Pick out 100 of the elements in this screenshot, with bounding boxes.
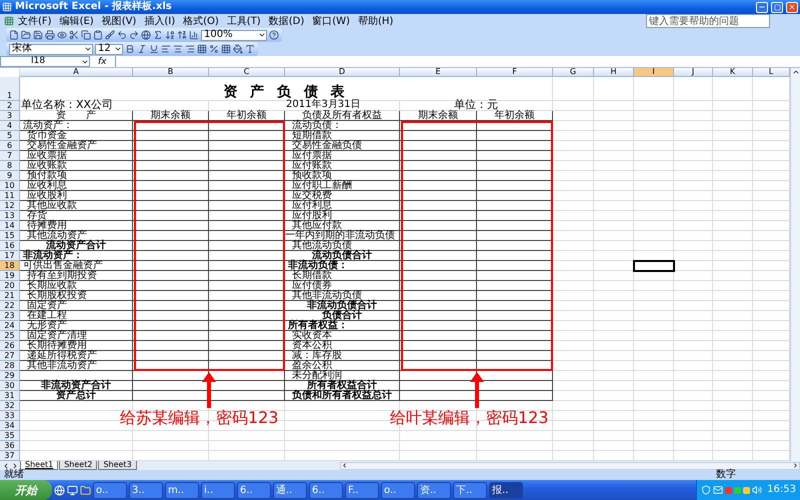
clipboard-icon[interactable] [93, 30, 103, 40]
align-center-icon[interactable] [173, 44, 183, 54]
row-header[interactable]: 33 [0, 411, 20, 421]
row-header[interactable]: 25 [0, 331, 20, 341]
row-header[interactable]: 19 [0, 271, 20, 281]
close-button[interactable] [786, 2, 798, 12]
row-header[interactable]: 34 [0, 421, 20, 431]
folder-icon[interactable] [21, 30, 31, 40]
next-sheet-icon[interactable] [11, 462, 19, 470]
menu-item[interactable]: 插入(I) [140, 16, 180, 26]
row-header[interactable]: 4 [0, 121, 20, 131]
scissors-icon[interactable] [69, 30, 79, 40]
column-header[interactable]: K [713, 68, 753, 77]
sheet-tab[interactable]: Sheet2 [59, 461, 98, 470]
column-header[interactable]: D [285, 68, 400, 77]
horizontal-scrollbar[interactable] [340, 462, 800, 470]
menu-item[interactable]: 帮助(H) [354, 16, 398, 26]
shield-icon[interactable] [701, 485, 712, 495]
sheet-tab[interactable]: Sheet3 [98, 461, 137, 470]
row-header[interactable]: 26 [0, 341, 20, 351]
row-header[interactable]: 27 [0, 351, 20, 361]
column-header[interactable]: G [553, 68, 594, 77]
taskbar-button[interactable]: i.. [201, 482, 235, 498]
help-icon[interactable] [269, 30, 279, 40]
column-header[interactable]: F [477, 68, 553, 77]
column-header[interactable]: J [674, 68, 713, 77]
taskbar-button[interactable]: 6.. [309, 482, 343, 498]
font-dropdown[interactable]: 宋体 [9, 44, 93, 54]
row-header[interactable]: 22 [0, 301, 20, 311]
help-search-field[interactable]: 键入需要帮助的问题 [646, 14, 770, 28]
row-header[interactable]: 15 [0, 231, 20, 241]
chart-icon[interactable] [189, 30, 199, 40]
row-header[interactable]: 36 [0, 441, 20, 451]
taskbar-button[interactable]: o.. [381, 482, 415, 498]
minimize-button[interactable] [756, 2, 768, 12]
sigma-icon[interactable] [153, 30, 163, 40]
row-header[interactable]: 14 [0, 221, 20, 231]
row-header[interactable]: 12 [0, 201, 20, 211]
taskbar-button[interactable]: 3.. [129, 482, 163, 498]
row-header[interactable]: 35 [0, 431, 20, 441]
row-header[interactable]: 32 [0, 401, 20, 411]
redo-icon[interactable] [129, 30, 139, 40]
undo-icon[interactable] [117, 30, 127, 40]
vertical-scrollbar[interactable] [790, 68, 800, 461]
row-header[interactable]: 9 [0, 171, 20, 181]
printer-icon[interactable] [45, 30, 55, 40]
globe-icon[interactable] [141, 30, 151, 40]
restore-button[interactable] [771, 2, 783, 12]
row-header[interactable]: 2 [0, 101, 20, 111]
first-sheet-icon[interactable] [2, 462, 10, 470]
row-header[interactable]: 29 [0, 371, 20, 381]
font-color-icon[interactable] [245, 44, 255, 54]
menu-item[interactable]: 窗口(W) [308, 16, 354, 26]
menu-item[interactable]: 编辑(E) [56, 16, 98, 26]
taskbar-button[interactable]: 资.. [417, 482, 451, 498]
name-box[interactable]: I18 [0, 56, 90, 67]
taskbar-button[interactable]: 通.. [273, 482, 307, 498]
row-header[interactable]: 1 [0, 77, 20, 101]
row-header[interactable]: 3 [0, 111, 20, 121]
speaker-icon[interactable] [752, 485, 762, 495]
underline-icon[interactable] [149, 44, 159, 54]
sheet-tab[interactable]: Sheet1 [20, 461, 58, 470]
row-header[interactable]: 24 [0, 321, 20, 331]
zoom-dropdown[interactable]: 100% [201, 30, 267, 40]
row-header[interactable]: 30 [0, 381, 20, 391]
sort-ascending-icon[interactable] [165, 30, 175, 40]
align-right-icon[interactable] [185, 44, 195, 54]
row-header[interactable]: 11 [0, 191, 20, 201]
taskbar-button[interactable]: m.. [165, 482, 199, 498]
row-header[interactable]: 5 [0, 131, 20, 141]
percent-icon[interactable] [209, 44, 219, 54]
sort-descending-icon[interactable] [177, 30, 187, 40]
row-header[interactable]: 7 [0, 151, 20, 161]
column-header[interactable]: I [634, 68, 674, 77]
row-header[interactable]: 28 [0, 361, 20, 371]
taskbar-button[interactable]: 6.. [237, 482, 271, 498]
row-header[interactable]: 21 [0, 291, 20, 301]
preview-icon[interactable] [57, 30, 67, 40]
scroll-left-icon[interactable] [341, 462, 348, 469]
taskbar-button[interactable]: F.. [345, 482, 379, 498]
menu-item[interactable]: 工具(T) [222, 16, 265, 26]
menu-item[interactable]: 数据(D) [264, 16, 308, 26]
function-label[interactable]: fx [98, 56, 106, 66]
column-header[interactable]: A [20, 68, 133, 77]
menu-item[interactable]: 格式(O) [179, 16, 223, 26]
row-header[interactable]: 31 [0, 391, 20, 401]
font-size-dropdown[interactable]: 12 [95, 44, 123, 54]
row-header[interactable]: 16 [0, 241, 20, 251]
taskbar-button[interactable]: 报.. [489, 482, 523, 498]
scroll-right-icon[interactable] [792, 462, 799, 469]
column-header[interactable]: L [753, 68, 790, 77]
monitor-icon[interactable] [67, 484, 78, 496]
row-header[interactable]: 20 [0, 281, 20, 291]
bold-icon[interactable] [125, 44, 135, 54]
row-header[interactable]: 6 [0, 141, 20, 151]
menu-item[interactable]: 视图(V) [98, 16, 140, 26]
new-file-icon[interactable] [9, 30, 19, 40]
scroll-up-icon[interactable] [792, 68, 800, 76]
row-header[interactable]: 23 [0, 311, 20, 321]
row-header[interactable]: 13 [0, 211, 20, 221]
